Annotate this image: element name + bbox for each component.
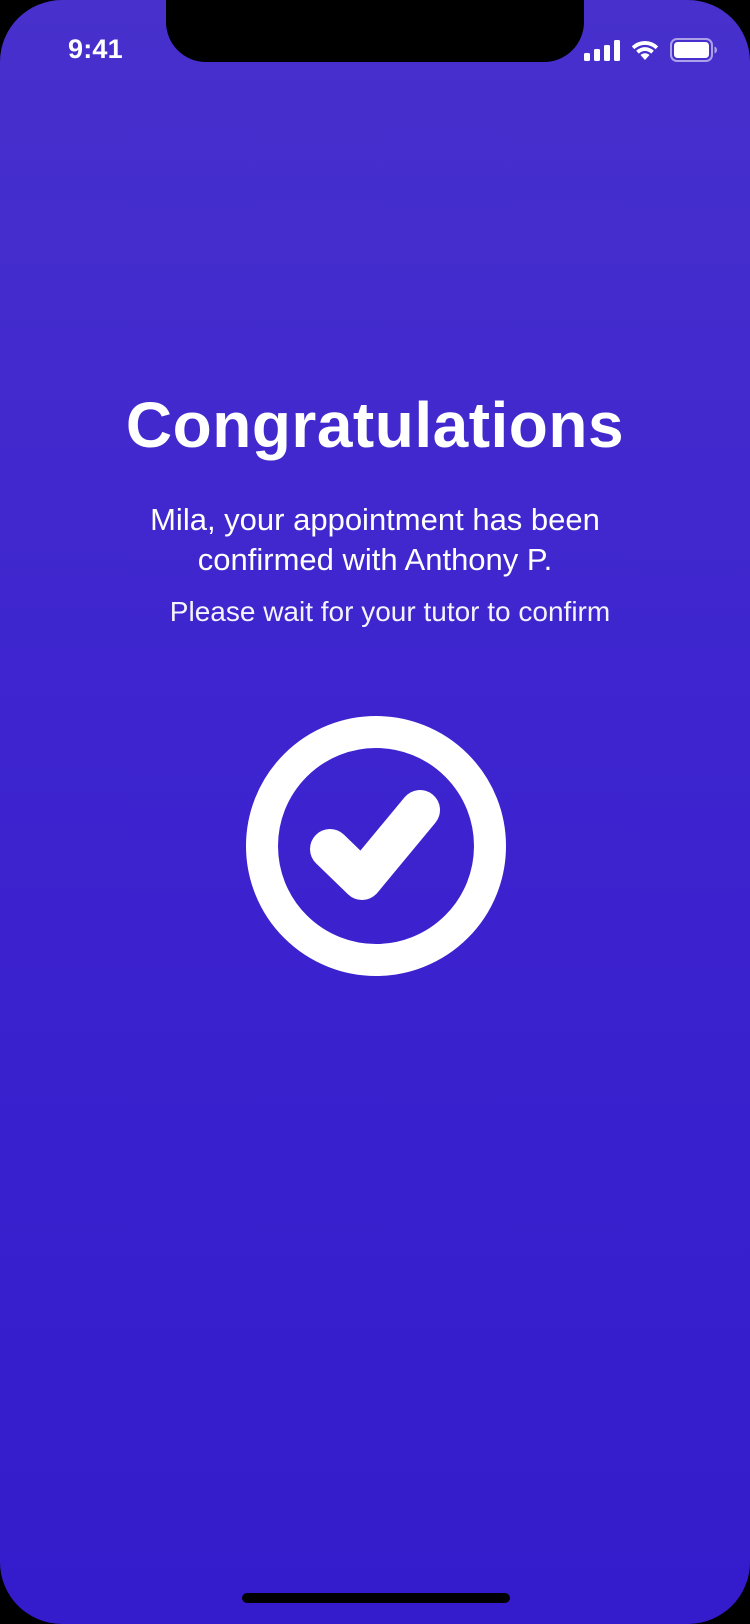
home-indicator[interactable] (242, 1593, 510, 1603)
status-time: 9:41 (68, 34, 123, 64)
device-notch (166, 0, 584, 62)
wifi-icon (631, 40, 659, 60)
confirmation-message: Mila, your appointment has been confirme… (150, 502, 600, 577)
confirmation-screen: 9:41 Congratulations Mila, your appointm… (0, 0, 750, 1624)
tutor-confirmation-hint: Please wait for your tutor to confirm (169, 596, 611, 627)
device-frame: 9:41 Congratulations Mila, your appointm… (0, 0, 750, 1624)
status-icons (584, 36, 718, 64)
check-circle-icon (245, 715, 507, 977)
cellular-signal-icon (584, 39, 620, 61)
battery-icon (670, 38, 717, 62)
page-title: Congratulations (125, 389, 625, 461)
